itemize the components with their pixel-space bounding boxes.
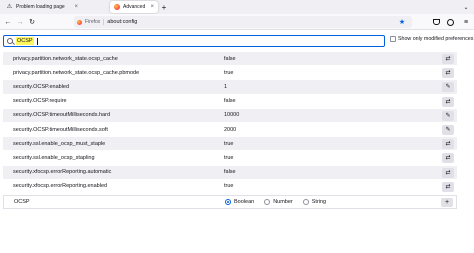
radio-boolean[interactable]: Boolean	[225, 199, 254, 205]
add-preference-button[interactable]: +	[441, 198, 453, 207]
url-bar[interactable]: Firefox about:config	[74, 16, 412, 28]
pref-value: false	[224, 55, 236, 62]
pref-value: 2000	[224, 126, 237, 133]
tab-title: Problem loading page	[16, 4, 65, 10]
tab-advanced-preferences[interactable]: Advanced Preferences ×	[110, 1, 158, 13]
pref-name: security.ssl.enable_ocsp_stapling	[13, 154, 95, 161]
back-button[interactable]: ←	[2, 16, 14, 28]
radio-button[interactable]	[225, 199, 231, 205]
pref-value: 10000	[224, 112, 240, 119]
identity-label[interactable]: Firefox	[85, 19, 105, 25]
show-modified-label: Show only modified preferences	[398, 36, 474, 42]
pref-row[interactable]: security.OCSP.enabled 1 ✎	[3, 80, 457, 95]
pref-row[interactable]: security.OCSP.require false ⇄	[3, 94, 457, 109]
warning-icon: ⚠	[6, 4, 13, 10]
toggle-icon[interactable]: ⇄	[442, 153, 454, 164]
toggle-icon[interactable]: ⇄	[442, 139, 454, 150]
pocket-icon[interactable]	[430, 16, 442, 28]
close-icon[interactable]: ×	[150, 4, 154, 10]
search-input[interactable]: OCSP	[3, 35, 385, 47]
radio-button[interactable]	[302, 199, 309, 205]
pref-name: security.OCSP.enabled	[13, 83, 70, 90]
search-icon	[7, 38, 13, 44]
url-text[interactable]: about:config	[107, 19, 137, 25]
radio-number[interactable]: Number	[264, 199, 293, 205]
preferences-table: privacy.partition.network_state.ocsp_cac…	[3, 52, 457, 194]
pref-row[interactable]: security.OCSP.timeoutMilliseconds.soft 20…	[3, 122, 457, 138]
edit-icon[interactable]: ✎	[442, 124, 454, 135]
edit-icon[interactable]: ✎	[442, 82, 454, 93]
pref-row[interactable]: security.OCSP.timeoutMilliseconds.hard 10…	[3, 108, 457, 123]
tab-problem-loading[interactable]: ⚠ Problem loading page ×	[2, 1, 82, 13]
pref-value: true	[224, 183, 234, 190]
pref-row[interactable]: security.ssl.enable_ocsp_stapling true ⇄	[3, 151, 457, 166]
search-value[interactable]: OCSP	[16, 37, 34, 45]
search-row: OCSP Show only modified preferences	[0, 32, 474, 50]
edit-icon[interactable]: ✎	[442, 110, 454, 121]
add-preference-row: OCSP Boolean Number String +	[3, 195, 457, 209]
bookmark-star-icon[interactable]: ★	[396, 16, 408, 28]
toggle-icon[interactable]: ⇄	[442, 96, 454, 107]
toggle-icon[interactable]: ⇄	[442, 68, 454, 79]
radio-button[interactable]	[264, 199, 271, 205]
pref-name: privacy.partition.network_state.ocsp_cac…	[13, 55, 118, 62]
toggle-icon[interactable]: ⇄	[442, 167, 454, 178]
new-tab-button[interactable]: +	[158, 1, 170, 13]
pref-value: false	[224, 169, 236, 176]
pref-row[interactable]: security.xfocsp.errorReporting.enabled tr…	[3, 179, 457, 194]
pref-name: security.xfocsp.errorReporting.enabled	[13, 183, 108, 190]
tab-title: Advanced Preferences	[123, 4, 147, 10]
account-icon[interactable]	[444, 16, 456, 28]
pref-name: privacy.partition.network_state.ocsp_cac…	[13, 69, 140, 76]
radio-label: Boolean	[234, 199, 255, 205]
pref-name: security.ssl.enable_ocsp_must_staple	[13, 140, 106, 147]
forward-button[interactable]: →	[14, 16, 26, 28]
pref-row[interactable]: privacy.partition.network_state.ocsp_cac…	[3, 66, 457, 81]
pref-type-radio-group: Boolean Number String	[225, 199, 326, 205]
pref-name: security.OCSP.require	[13, 98, 67, 105]
toggle-icon[interactable]: ⇄	[442, 181, 454, 192]
pref-name: security.xfocsp.errorReporting.automatic	[13, 169, 112, 176]
new-pref-name: OCSP	[14, 199, 30, 205]
firefox-icon	[114, 4, 120, 10]
show-modified-checkbox[interactable]	[390, 36, 396, 42]
pref-value: true	[224, 140, 234, 147]
pref-name: security.OCSP.timeoutMilliseconds.soft	[13, 126, 108, 133]
firefox-icon	[77, 19, 82, 25]
nav-bar: ← → ↻ Firefox about:config ★ ≡	[0, 14, 474, 30]
pref-value: 1	[224, 83, 228, 90]
toggle-icon[interactable]: ⇄	[442, 54, 454, 64]
pref-value: true	[224, 154, 234, 161]
radio-string[interactable]: String	[302, 199, 327, 205]
list-all-tabs-button[interactable]: ⌄	[460, 1, 472, 13]
pref-value: false	[224, 98, 236, 105]
reload-button[interactable]: ↻	[26, 16, 38, 28]
tab-strip: ⚠ Problem loading page × Advanced Prefer…	[0, 0, 474, 14]
radio-label: String	[311, 199, 327, 205]
hamburger-menu-icon[interactable]: ≡	[460, 16, 472, 28]
pref-name: security.OCSP.timeoutMilliseconds.hard	[13, 112, 111, 119]
show-modified-option[interactable]: Show only modified preferences	[390, 36, 473, 42]
close-icon[interactable]: ×	[74, 4, 78, 10]
pref-row[interactable]: security.ssl.enable_ocsp_must_staple true…	[3, 137, 457, 152]
text-caret	[36, 37, 38, 45]
pref-value: true	[224, 69, 234, 76]
pref-row[interactable]: privacy.partition.network_state.ocsp_cac…	[3, 52, 457, 67]
radio-label: Number	[273, 199, 293, 205]
pref-row[interactable]: security.xfocsp.errorReporting.automatic…	[3, 165, 457, 180]
